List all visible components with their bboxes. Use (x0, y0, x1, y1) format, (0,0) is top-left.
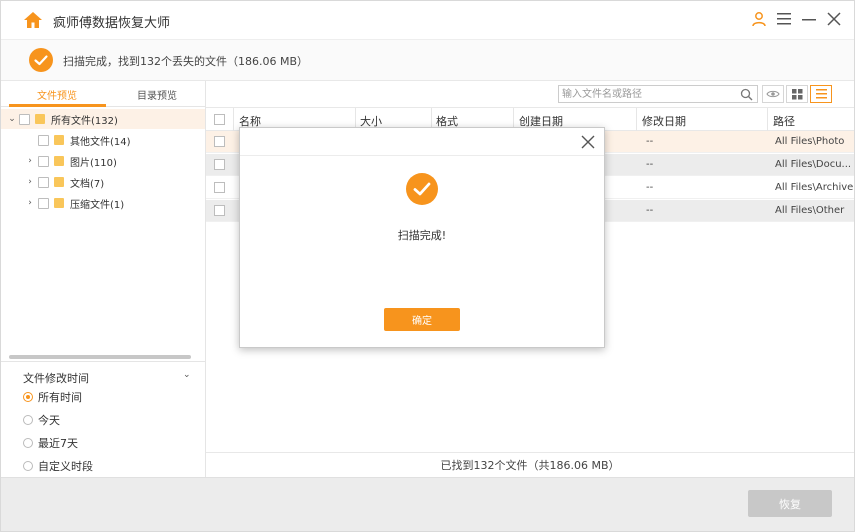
close-icon[interactable] (824, 9, 844, 29)
tree-item-images[interactable]: › 图片(110) (1, 151, 205, 171)
dialog-message: 扫描完成! (397, 229, 447, 242)
radio-button[interactable] (23, 392, 33, 402)
success-check-icon (406, 173, 438, 205)
close-icon[interactable] (580, 134, 596, 150)
cell-path: All Files\Photo (775, 136, 845, 147)
eye-icon (766, 90, 780, 98)
tab-file-preview[interactable]: 文件预览 (37, 87, 77, 102)
dialog-header (240, 128, 604, 156)
account-icon[interactable] (749, 9, 769, 29)
cell-modified: -- (646, 136, 654, 147)
filter-option-label: 最近7天 (38, 437, 78, 450)
grid-view-button[interactable] (786, 85, 808, 103)
app-window: 疯师傅数据恢复大师 扫描完成，找到132个丢失的文件（186.06 MB） 文件… (0, 0, 855, 532)
select-all-checkbox[interactable] (214, 114, 225, 125)
scan-complete-dialog: 扫描完成! 确定 (239, 127, 605, 348)
tree-item-other-files[interactable]: 其他文件(14) (1, 130, 205, 150)
row-checkbox[interactable] (214, 205, 225, 216)
folder-icon (54, 156, 64, 166)
cell-modified: -- (646, 159, 654, 170)
column-divider (233, 108, 234, 131)
list-view-button[interactable] (810, 85, 832, 103)
chevron-down-icon[interactable]: ⌄ (7, 114, 17, 124)
recover-button[interactable]: 恢复 (748, 490, 832, 517)
filter-option-label: 所有时间 (38, 391, 82, 404)
filter-option-all-time[interactable]: 所有时间 (23, 389, 82, 405)
app-title: 疯师傅数据恢复大师 (53, 16, 171, 31)
grid-icon (791, 88, 802, 99)
chevron-right-icon[interactable]: › (25, 177, 35, 187)
filter-option-custom-range[interactable]: 自定义时段 (23, 458, 93, 474)
radio-button[interactable] (23, 415, 33, 425)
row-checkbox[interactable] (214, 136, 225, 147)
folder-icon (35, 114, 45, 124)
cell-modified: -- (646, 182, 654, 193)
menu-icon[interactable] (774, 9, 794, 29)
horizontal-scrollbar[interactable] (9, 355, 191, 359)
chevron-right-icon[interactable]: › (25, 156, 35, 166)
tab-directory-preview[interactable]: 目录预览 (137, 87, 177, 102)
search-input[interactable] (562, 87, 732, 101)
result-summary: 已找到132个文件（共186.06 MB） (206, 452, 854, 477)
folder-icon (54, 177, 64, 187)
title-bar: 疯师傅数据恢复大师 (1, 1, 854, 39)
tree-item-label: 图片(110) (70, 157, 117, 169)
checkbox[interactable] (38, 197, 49, 209)
bottom-action-bar: 恢复 (1, 477, 854, 531)
preview-view-button[interactable] (762, 85, 784, 103)
cell-modified: -- (646, 205, 654, 216)
checkbox[interactable] (19, 113, 30, 125)
minimize-icon[interactable] (799, 9, 819, 29)
tree-item-label: 所有文件(132) (51, 115, 118, 127)
filter-option-label: 自定义时段 (38, 460, 93, 473)
radio-button[interactable] (23, 461, 33, 471)
folder-icon (54, 198, 64, 208)
file-toolbar (206, 81, 854, 107)
column-divider (767, 108, 768, 131)
ok-button[interactable]: 确定 (384, 308, 460, 331)
checkbox[interactable] (38, 176, 49, 188)
filter-option-today[interactable]: 今天 (23, 412, 60, 428)
preview-tabs: 文件预览 目录预览 (1, 81, 205, 107)
cell-path: All Files\Other (775, 205, 845, 216)
search-box[interactable] (558, 85, 758, 103)
column-path[interactable]: 路径 (773, 113, 795, 129)
home-icon[interactable] (23, 10, 43, 30)
column-divider (636, 108, 637, 131)
filter-option-label: 今天 (38, 414, 60, 427)
radio-button[interactable] (23, 438, 33, 448)
active-tab-indicator (9, 104, 106, 107)
scan-status-bar: 扫描完成，找到132个丢失的文件（186.06 MB） (1, 39, 854, 81)
cell-path: All Files\Archive (775, 182, 854, 193)
chevron-down-icon[interactable]: ⌄ (183, 370, 191, 380)
search-icon[interactable] (740, 88, 753, 101)
column-modified[interactable]: 修改日期 (642, 113, 686, 129)
tree-item-label: 其他文件(14) (70, 136, 131, 148)
filter-title: 文件修改时间 (23, 372, 89, 385)
tree-item-documents[interactable]: › 文档(7) (1, 172, 205, 192)
row-checkbox[interactable] (214, 182, 225, 193)
row-checkbox[interactable] (214, 159, 225, 170)
filter-option-last-7-days[interactable]: 最近7天 (23, 435, 78, 451)
modified-time-filter-header[interactable]: 文件修改时间 ⌄ (1, 361, 205, 387)
checkbox[interactable] (38, 155, 49, 167)
checkbox[interactable] (38, 134, 49, 146)
success-check-icon (29, 48, 53, 72)
left-panel: 文件预览 目录预览 ⌄ 所有文件(132) 其他文件(14) › 图片(110)… (1, 81, 206, 477)
list-icon (815, 89, 827, 99)
cell-path: All Files\Docu... (775, 159, 852, 170)
tree-item-archives[interactable]: › 压缩文件(1) (1, 193, 205, 213)
tree-item-all-files[interactable]: ⌄ 所有文件(132) (1, 109, 205, 129)
scan-status-text: 扫描完成，找到132个丢失的文件（186.06 MB） (63, 55, 309, 68)
chevron-right-icon[interactable]: › (25, 198, 35, 208)
tree-item-label: 压缩文件(1) (70, 199, 125, 211)
folder-icon (54, 135, 64, 145)
tree-item-label: 文档(7) (70, 178, 105, 190)
